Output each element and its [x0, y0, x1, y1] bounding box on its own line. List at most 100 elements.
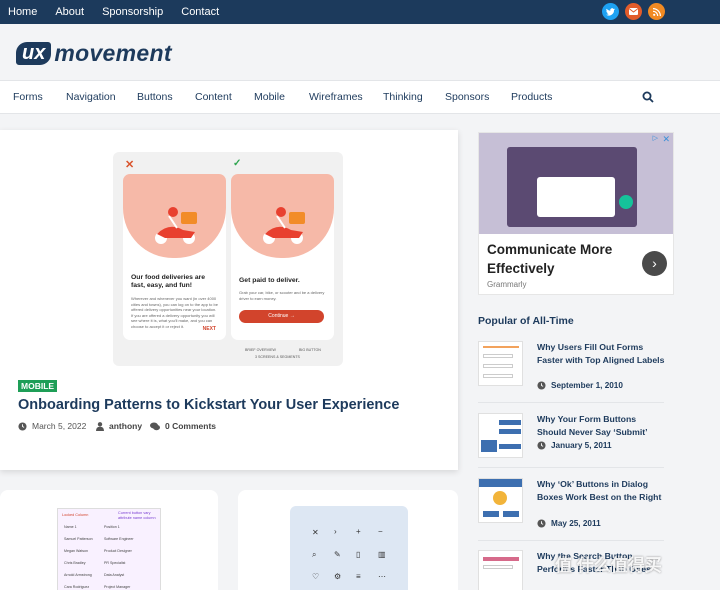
table-header-text: Locked Column	[62, 513, 89, 517]
popular-thumbnail[interactable]	[478, 341, 523, 386]
annotation-screens: 3 SCREENS & SEGMENTS	[255, 355, 300, 359]
popular-date: September 1, 2010	[537, 381, 623, 390]
nav-sponsors[interactable]: Sponsors	[445, 91, 489, 103]
pencil-icon: ✎	[334, 550, 341, 559]
category-badge[interactable]: MOBILE	[18, 380, 58, 392]
table-row-text: PR Specialist	[104, 561, 126, 565]
popular-title[interactable]: Why ‘Ok’ Buttons in Dialog Boxes Work Be…	[537, 478, 667, 504]
cross-icon: ✕	[125, 159, 135, 171]
rss-icon[interactable]	[648, 3, 665, 20]
article-card-table[interactable]: Locked Column Current button vary attrib…	[0, 490, 218, 590]
nav-forms[interactable]: Forms	[13, 91, 43, 103]
scooter-illustration	[155, 207, 197, 244]
post-author-name[interactable]: anthony	[109, 421, 142, 431]
divider	[478, 467, 664, 468]
clock-icon	[537, 519, 546, 528]
top-link-about[interactable]: About	[55, 6, 84, 18]
post-author: anthony	[96, 421, 142, 431]
popular-thumbnail[interactable]	[478, 478, 523, 523]
article-thumbnail-icons: ✕ › + − ⌕ ✎ ▯ ▥ ♡ ⚙ ≡ ⋯	[290, 506, 408, 590]
chevron-right-icon[interactable]: ›	[642, 251, 667, 276]
popular-date: May 25, 2011	[537, 519, 601, 528]
table-row-text: Project Manager	[104, 585, 131, 589]
twitter-icon[interactable]	[602, 3, 619, 20]
nav-thinking[interactable]: Thinking	[383, 91, 423, 103]
ad-sponsor: Grammarly	[487, 280, 527, 289]
article-thumbnail-table: Locked Column Current button vary attrib…	[57, 508, 161, 590]
popular-title[interactable]: Why Your Form Buttons Should Never Say ‘…	[537, 413, 667, 439]
table-row-text: Samuel Patterson	[64, 537, 93, 541]
divider	[478, 540, 664, 541]
popular-thumbnail[interactable]	[478, 413, 523, 458]
popular-heading: Popular of All-Time	[478, 315, 574, 327]
close-icon: ✕	[312, 528, 319, 537]
search-icon: ⌕	[312, 550, 317, 559]
top-bar: Home About Sponsorship Contact	[0, 0, 720, 24]
nav-products[interactable]: Products	[511, 91, 552, 103]
continue-button-mockup: Continue →	[239, 310, 324, 323]
table-row-text: Arnold Armstrong	[64, 573, 92, 577]
phone-mockup-bad: Our food deliveries are fast, easy, and …	[123, 174, 226, 340]
close-icon[interactable]: ✕	[662, 134, 670, 145]
heart-icon: ♡	[312, 572, 320, 581]
nav-navigation[interactable]: Navigation	[66, 91, 116, 103]
next-label: NEXT	[202, 326, 216, 332]
popular-date: January 5, 2011	[537, 441, 612, 450]
comments-icon	[150, 422, 160, 430]
featured-article-card[interactable]: ✕ ✓ Our food deliveries are fast, easy, …	[0, 130, 458, 470]
featured-article-image[interactable]: ✕ ✓ Our food deliveries are fast, easy, …	[113, 152, 343, 366]
nav-buttons[interactable]: Buttons	[137, 91, 173, 103]
article-card-icons[interactable]: ✕ › + − ⌕ ✎ ▯ ▥ ♡ ⚙ ≡ ⋯	[238, 490, 458, 590]
minus-icon: −	[378, 527, 383, 536]
clock-icon	[18, 421, 27, 431]
popular-title[interactable]: Why Users Fill Out Forms Faster with Top…	[537, 341, 667, 367]
nav-wireframes[interactable]: Wireframes	[309, 91, 363, 103]
post-comments: 0 Comments	[150, 421, 216, 431]
table-row-text: Chris Bradley	[64, 561, 86, 565]
popular-date-text: September 1, 2010	[551, 381, 623, 390]
main-nav: Forms Navigation Buttons Content Mobile …	[0, 80, 720, 114]
featured-article-title[interactable]: Onboarding Patterns to Kickstart Your Us…	[18, 397, 399, 413]
mail-icon[interactable]	[625, 3, 642, 20]
onboarding-heading-bad: Our food deliveries are fast, easy, and …	[131, 274, 206, 289]
table-row-text: Megan Watson	[64, 549, 89, 553]
scooter-illustration	[263, 207, 305, 244]
top-links: Home About Sponsorship Contact	[8, 0, 219, 24]
annotation-brief-overview: BRIEF OVERVIEW	[245, 348, 276, 352]
popular-date-text: May 25, 2011	[551, 519, 601, 528]
logo-wordmark: movement	[54, 40, 172, 66]
trash-icon: ▥	[378, 550, 386, 559]
table-row-text: Cara Rodriguez	[64, 585, 90, 589]
onboarding-body-bad: Wherever and whenever you want (in over …	[131, 296, 218, 329]
ad-image	[479, 133, 673, 234]
table-row-text: Name 1	[64, 525, 77, 529]
top-link-sponsorship[interactable]: Sponsorship	[102, 6, 163, 18]
annotation-big-button: BIG BUTTON	[299, 348, 321, 352]
site-logo[interactable]: ux movement	[16, 40, 172, 67]
table-row-text: Software Engineer	[104, 537, 134, 541]
logo-ux: ux	[16, 42, 52, 65]
onboarding-heading-good: Get paid to deliver.	[239, 277, 300, 284]
post-date: March 5, 2022	[18, 421, 86, 431]
onboarding-body-good: Grab your car, bike, or scooter and be a…	[239, 290, 325, 301]
watermark: 值 什么值得买	[555, 556, 662, 575]
menu-icon: ≡	[356, 572, 361, 581]
check-icon: ✓	[233, 158, 242, 169]
top-link-home[interactable]: Home	[8, 6, 37, 18]
clock-icon	[537, 381, 546, 390]
nav-content[interactable]: Content	[195, 91, 232, 103]
table-note-text: Current button vary attribute name colum…	[118, 511, 156, 520]
social-links	[602, 3, 665, 20]
ad-choices-icon[interactable]: ▷	[653, 134, 658, 142]
sponsored-ad[interactable]: ▷ ✕ Communicate More Effectively › Gramm…	[478, 132, 674, 295]
popular-date-text: January 5, 2011	[551, 441, 612, 450]
nav-mobile[interactable]: Mobile	[254, 91, 285, 103]
post-comments-count[interactable]: 0 Comments	[165, 421, 216, 431]
ad-title[interactable]: Communicate More Effectively	[487, 240, 637, 278]
clock-icon	[537, 441, 546, 450]
top-link-contact[interactable]: Contact	[181, 6, 219, 18]
search-icon[interactable]	[642, 91, 654, 103]
plus-icon: +	[356, 527, 361, 536]
popular-thumbnail[interactable]	[478, 550, 523, 590]
table-row-text: Product Designer	[104, 549, 132, 553]
